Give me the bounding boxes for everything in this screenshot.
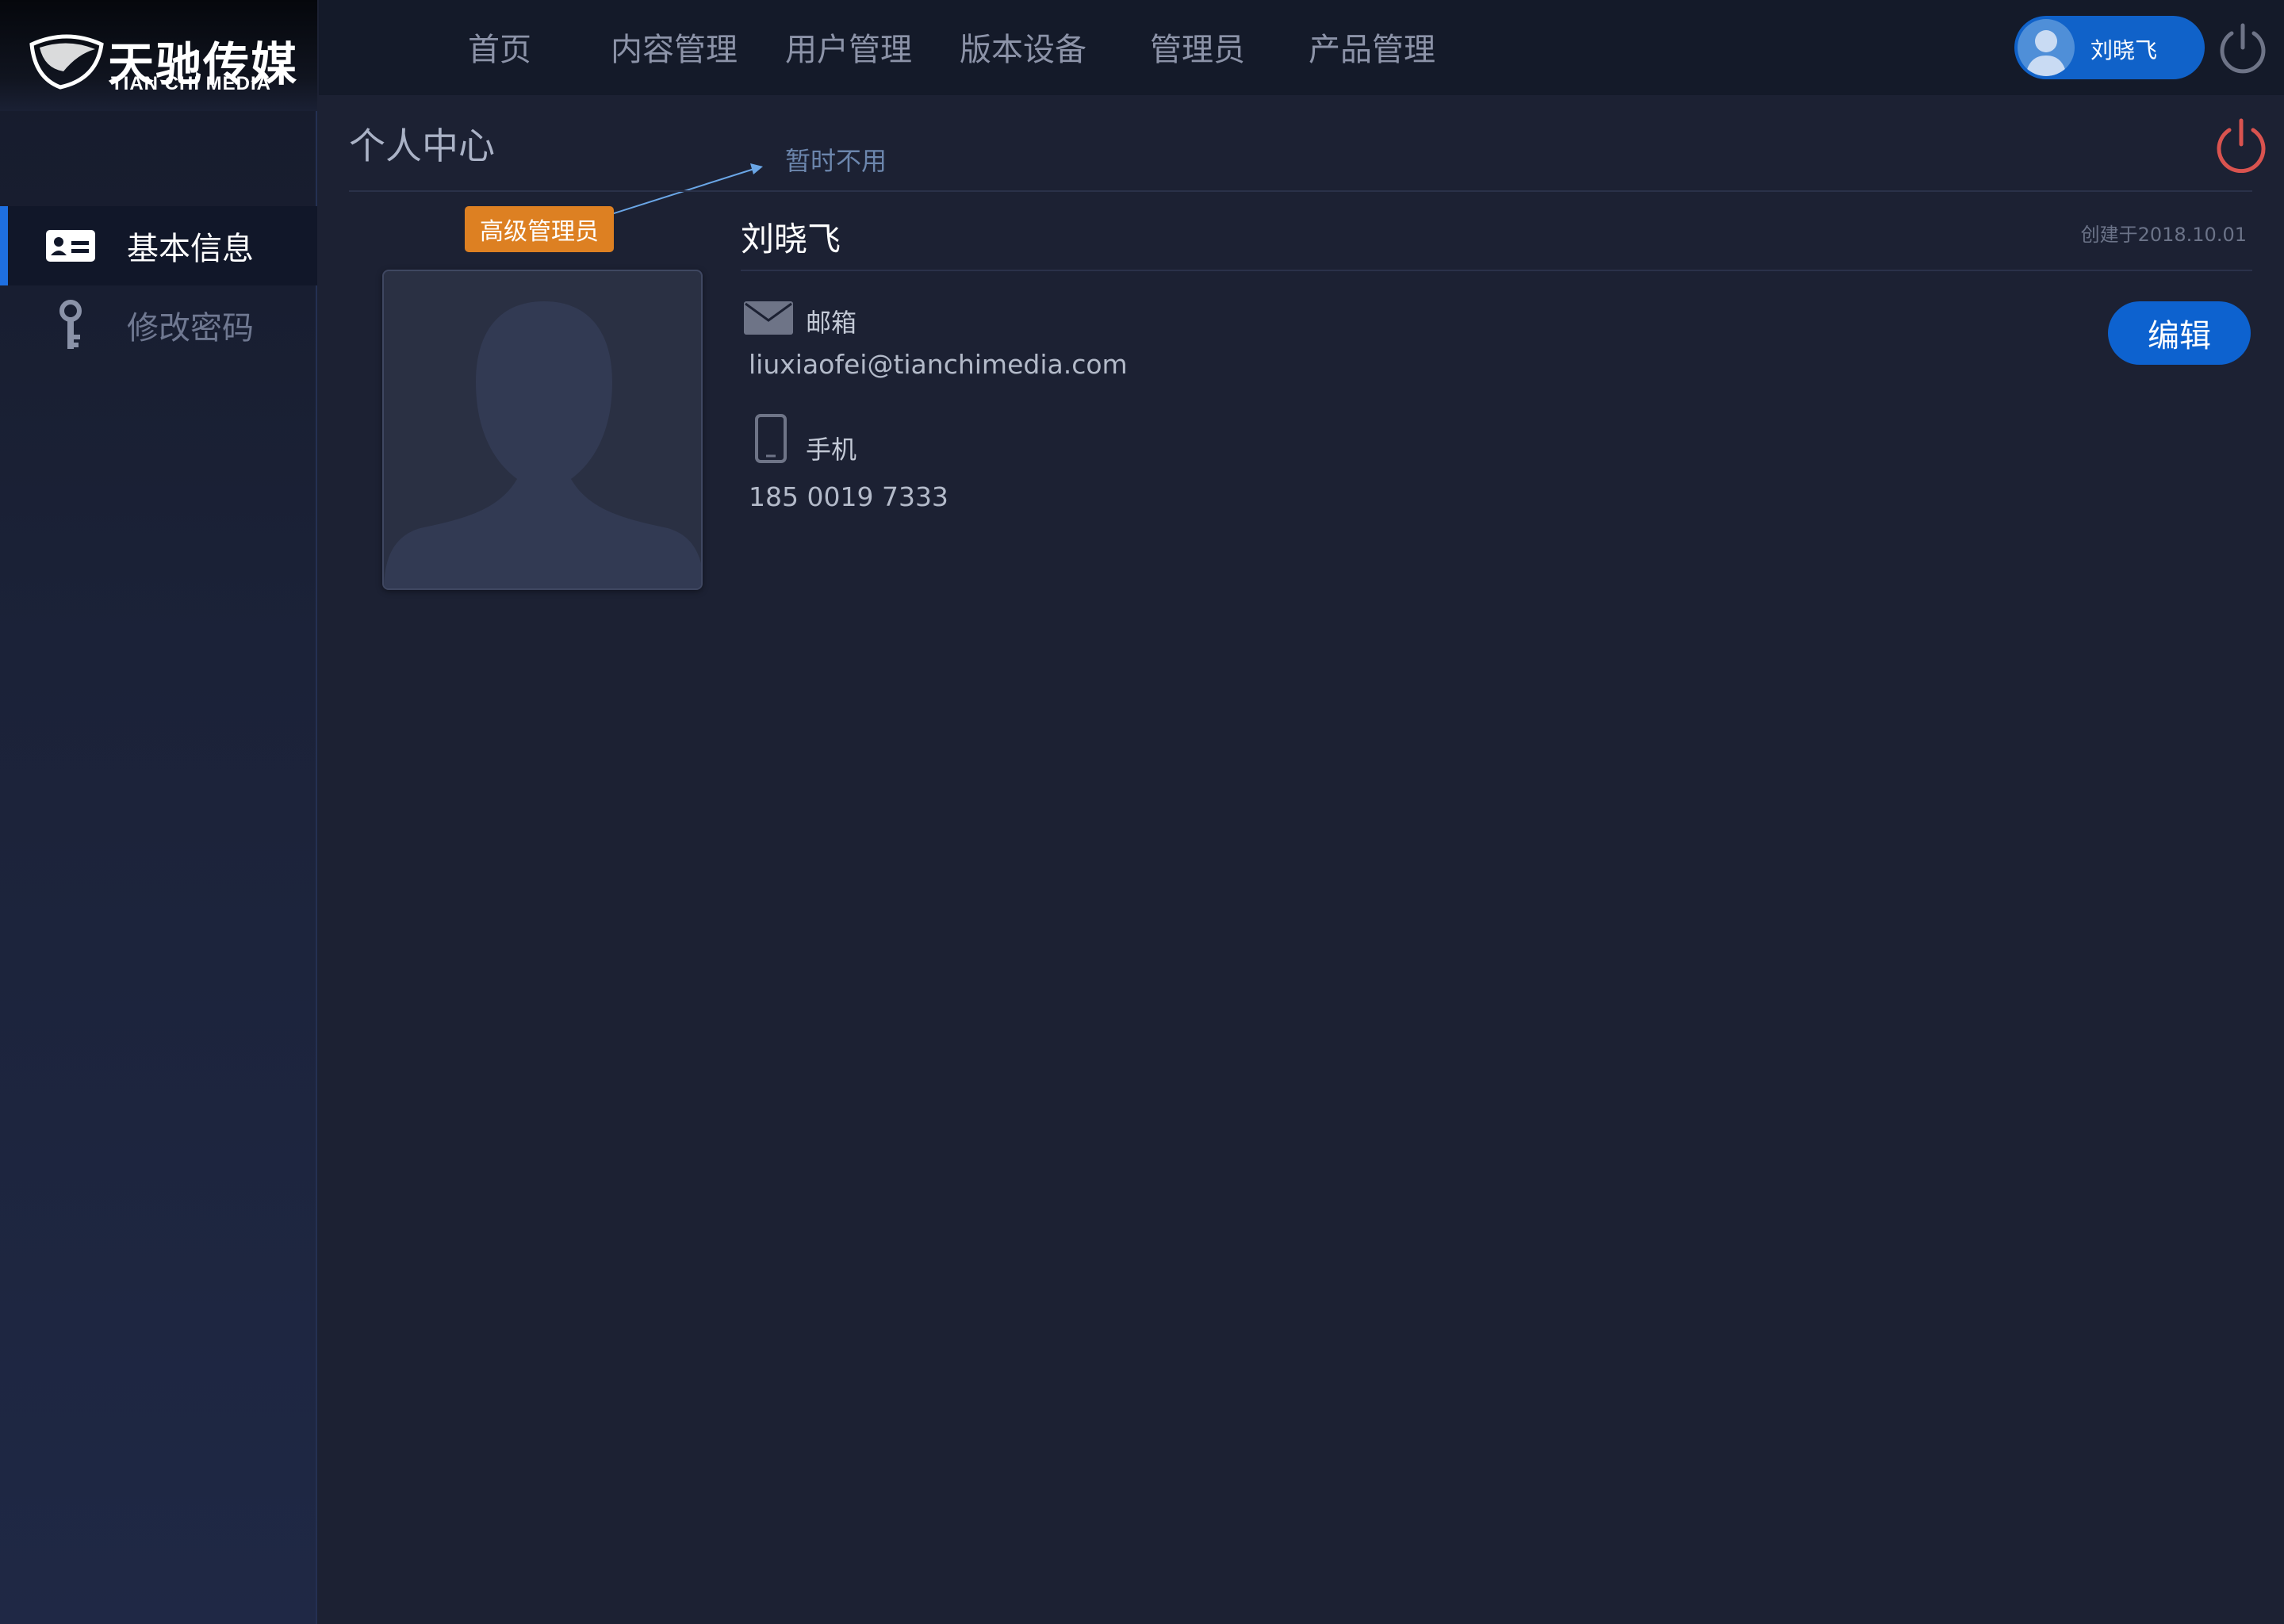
- avatar: [2018, 19, 2075, 76]
- nav-item-home[interactable]: 首页: [468, 24, 531, 70]
- user-name: 刘晓飞: [2090, 37, 2158, 63]
- power-icon[interactable]: [2217, 21, 2268, 75]
- logout-power-icon[interactable]: [2214, 116, 2268, 173]
- brand-logo: 天驰传媒 TIAN CHI MEDIA: [0, 0, 317, 111]
- edit-button[interactable]: 编辑: [2108, 301, 2251, 365]
- mail-icon: [744, 301, 793, 335]
- email-label: 邮箱: [806, 308, 857, 338]
- key-icon: [46, 300, 95, 350]
- nav-item-users[interactable]: 用户管理: [785, 24, 912, 70]
- id-card-icon: [46, 221, 95, 270]
- sidebar-item-change-password[interactable]: 修改密码: [0, 285, 317, 365]
- role-badge: 高级管理员: [465, 206, 614, 252]
- sidebar-item-basic-info[interactable]: 基本信息: [0, 206, 317, 285]
- nav-item-admins[interactable]: 管理员: [1150, 24, 1245, 70]
- brand-name-en: TIAN CHI MEDIA: [111, 73, 271, 94]
- avatar-placeholder-icon: [384, 301, 701, 588]
- profile-avatar[interactable]: [382, 270, 703, 590]
- phone-label: 手机: [806, 435, 857, 465]
- sidebar: 天驰传媒 TIAN CHI MEDIA 基本信息 修改密码: [0, 0, 317, 1624]
- profile-name: 刘晓飞: [741, 220, 841, 259]
- page-title: 个人中心: [349, 124, 495, 167]
- sidebar-item-label: 基本信息: [127, 231, 254, 267]
- annotation-note: 暂时不用: [785, 146, 887, 176]
- created-date: 创建于2018.10.01: [2080, 224, 2247, 246]
- email-value: liuxiaofei@tianchimedia.com: [749, 349, 1128, 380]
- nav-item-versions[interactable]: 版本设备: [960, 24, 1086, 70]
- app-root: 天驰传媒 TIAN CHI MEDIA 基本信息 修改密码 首页 内容管理 用户…: [0, 0, 2284, 1624]
- phone-icon: [755, 414, 787, 463]
- logo-mark-icon: [29, 34, 104, 90]
- divider: [741, 270, 2252, 271]
- user-menu-button[interactable]: 刘晓飞: [2014, 16, 2205, 79]
- sidebar-item-label: 修改密码: [127, 310, 254, 347]
- top-nav: 首页 内容管理 用户管理 版本设备 管理员 产品管理 刘晓飞: [319, 0, 2284, 95]
- nav-item-content[interactable]: 内容管理: [611, 24, 738, 70]
- phone-value: 185 0019 7333: [749, 481, 948, 512]
- nav-item-products[interactable]: 产品管理: [1309, 24, 1435, 70]
- divider: [349, 190, 2252, 192]
